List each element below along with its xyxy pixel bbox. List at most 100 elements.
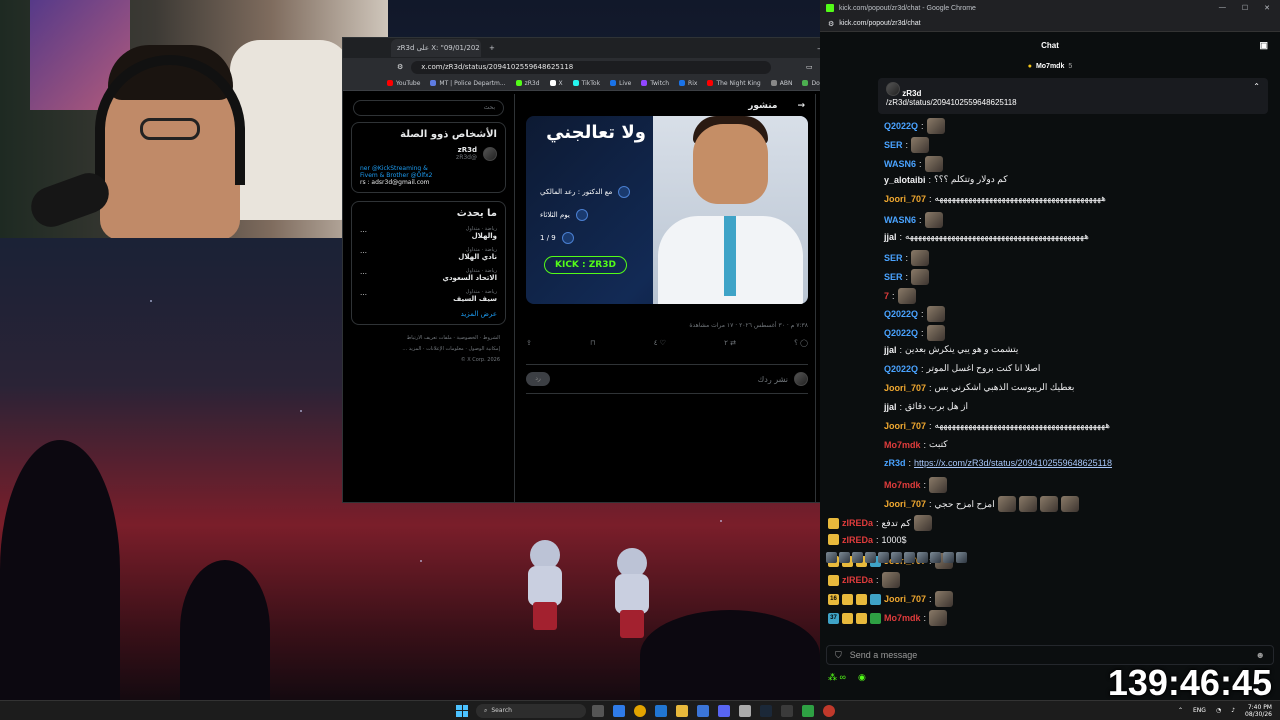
bookmark-icon[interactable]: ⊓	[590, 339, 595, 347]
chat-username[interactable]: zIREDa	[842, 575, 873, 585]
bookmark-twitch[interactable]: Twitch	[641, 80, 669, 87]
emote-icon[interactable]	[917, 552, 928, 563]
emote-icon[interactable]	[930, 552, 941, 563]
emote-picker-icon[interactable]: ☻	[1256, 650, 1265, 660]
crown-badge-icon[interactable]	[828, 534, 839, 545]
chat-settings-icon[interactable]: ▣	[1259, 40, 1268, 51]
reply-input[interactable]: نشر ردك	[758, 375, 788, 384]
footer-accessibility[interactable]: إمكانية الوصول	[469, 346, 500, 352]
obs-icon[interactable]	[739, 704, 751, 717]
emote-icon[interactable]	[943, 552, 954, 563]
chat-username[interactable]: Q2022Q	[884, 364, 918, 374]
emote-icon[interactable]	[878, 552, 889, 563]
emote-icon[interactable]	[826, 552, 837, 563]
chat-username[interactable]: y_alotaibi	[884, 175, 926, 185]
crown-badge-icon[interactable]	[842, 593, 853, 605]
maximize-icon[interactable]: ☐	[1242, 4, 1248, 12]
chat-username[interactable]: WASN6	[884, 215, 916, 225]
chat-username[interactable]: Joori_707	[884, 594, 926, 604]
x-search-input[interactable]: بحث	[353, 100, 504, 116]
bookmark-live[interactable]: Live	[610, 80, 631, 87]
back-arrow-icon[interactable]: →	[797, 101, 805, 111]
footer-terms[interactable]: الشروط	[483, 335, 500, 341]
emote-icon[interactable]	[865, 552, 876, 563]
trend-item[interactable]: رياضة · متداول الاتحاد السعودي…	[360, 268, 497, 282]
bookmark-rix[interactable]: Rix	[679, 80, 697, 87]
chat-username[interactable]: Q2022Q	[884, 328, 918, 338]
chat-username[interactable]: SER	[884, 140, 903, 150]
close-window-icon[interactable]: ✕	[1264, 4, 1270, 12]
new-tab-icon[interactable]: +	[489, 44, 495, 52]
chat-username[interactable]: Mo7mdk	[884, 440, 921, 450]
site-info-icon[interactable]: ⚙	[397, 63, 403, 71]
bookmark-youtube[interactable]: YouTube	[387, 80, 420, 87]
clock[interactable]: 7:40 PM 08/30/26	[1245, 704, 1272, 718]
trend-item[interactable]: رياضة · متداول والهلال…	[360, 226, 497, 240]
network-icon[interactable]: ◔	[1216, 707, 1221, 714]
16-badge-icon[interactable]: 16	[828, 593, 839, 605]
top-gifter-name[interactable]: Mo7mdk	[1036, 63, 1064, 70]
kick-badge-icon[interactable]: ◉	[858, 672, 866, 683]
chat-link[interactable]: https://x.com/zR3d/status/20941025596486…	[914, 458, 1112, 468]
chat-username[interactable]: Q2022Q	[884, 121, 918, 131]
emote-icon[interactable]	[904, 552, 915, 563]
chat-username[interactable]: Mo7mdk	[884, 613, 921, 623]
app-icon[interactable]	[802, 704, 814, 717]
site-info-icon[interactable]: ⚙	[828, 20, 834, 28]
chat-username[interactable]: zIREDa	[842, 518, 873, 528]
chat-username[interactable]: Joori_707	[884, 421, 926, 431]
show-more-link[interactable]: عرض المزيد	[360, 310, 497, 318]
bookmark-abn[interactable]: ABN	[770, 80, 792, 87]
coin-badge-icon[interactable]	[856, 593, 867, 605]
minimize-icon[interactable]: —	[1219, 4, 1226, 12]
footer-privacy[interactable]: الخصوصية	[457, 335, 479, 341]
repost-button[interactable]: ٢ ⇄	[724, 339, 736, 347]
profile-name[interactable]: zR3d	[456, 146, 477, 154]
emote-icon[interactable]	[956, 552, 967, 563]
chat-username[interactable]: jjal	[884, 402, 897, 412]
chat-username[interactable]: zR3d	[884, 458, 906, 468]
post-image[interactable]: ولا تعالجني مع الدكتور : رعد المالكي يوم…	[526, 116, 808, 304]
taskbar-search[interactable]: ⌕ Search	[476, 703, 586, 718]
footer-cookies[interactable]: ملفات تعريف الارتباط	[407, 335, 452, 341]
chat-username[interactable]: SER	[884, 253, 903, 263]
bookmark-x[interactable]: X	[549, 80, 563, 87]
chat-username[interactable]: Joori_707	[884, 194, 926, 204]
chat-username[interactable]: WASN6	[884, 159, 916, 169]
edge-icon[interactable]	[655, 704, 667, 717]
chat-username[interactable]: Mo7mdk	[884, 480, 921, 490]
chat-username[interactable]: Joori_707	[884, 383, 926, 393]
cast-icon[interactable]: ▭	[806, 63, 813, 71]
task-view-icon[interactable]	[592, 704, 604, 717]
bookmark-zr3d[interactable]: zR3d	[515, 80, 540, 87]
chat-username[interactable]: jjal	[884, 232, 897, 242]
address-bar[interactable]: x.com/zR3d/status/2094102559648625118	[411, 60, 772, 74]
chrome-active-icon[interactable]	[823, 704, 835, 717]
star-badge-icon[interactable]	[870, 593, 881, 605]
reply-button[interactable]: ؟ ◯	[794, 339, 808, 347]
reply-submit-button[interactable]: رد	[526, 372, 550, 386]
crown-badge-icon[interactable]	[828, 517, 839, 529]
chat-username[interactable]: Joori_707	[884, 499, 926, 509]
language-indicator[interactable]: ENG	[1193, 707, 1206, 714]
copilot-icon[interactable]	[613, 704, 625, 717]
tab-x-post[interactable]: zR3d على X: "09/01/202 ✕	[391, 39, 481, 57]
tray-chevron-icon[interactable]: ⌃	[1178, 707, 1183, 714]
mod-badge-icon[interactable]	[870, 612, 881, 624]
profile-avatar[interactable]	[483, 146, 497, 161]
footer-ads-info[interactable]: معلومات الإعلانات	[426, 346, 464, 352]
volume-icon[interactable]: ♪	[1231, 707, 1235, 714]
emote-icon[interactable]	[891, 552, 902, 563]
emote-icon[interactable]	[839, 552, 850, 563]
crown-badge-icon[interactable]	[828, 574, 839, 586]
chat-username[interactable]: jjal	[884, 345, 897, 355]
chrome-icon[interactable]	[634, 704, 646, 717]
steam-icon[interactable]	[760, 704, 772, 717]
footer-more[interactable]: المزيد ...	[402, 346, 421, 352]
chat-url[interactable]: kick.com/popout/zr3d/chat	[839, 20, 920, 27]
app-icon[interactable]	[781, 704, 793, 717]
share-icon[interactable]: ⇪	[526, 339, 532, 347]
store-icon[interactable]	[697, 704, 709, 717]
trend-item[interactable]: رياضة · متداول نادي الهلال…	[360, 247, 497, 261]
37-badge-icon[interactable]: 37	[828, 612, 839, 624]
